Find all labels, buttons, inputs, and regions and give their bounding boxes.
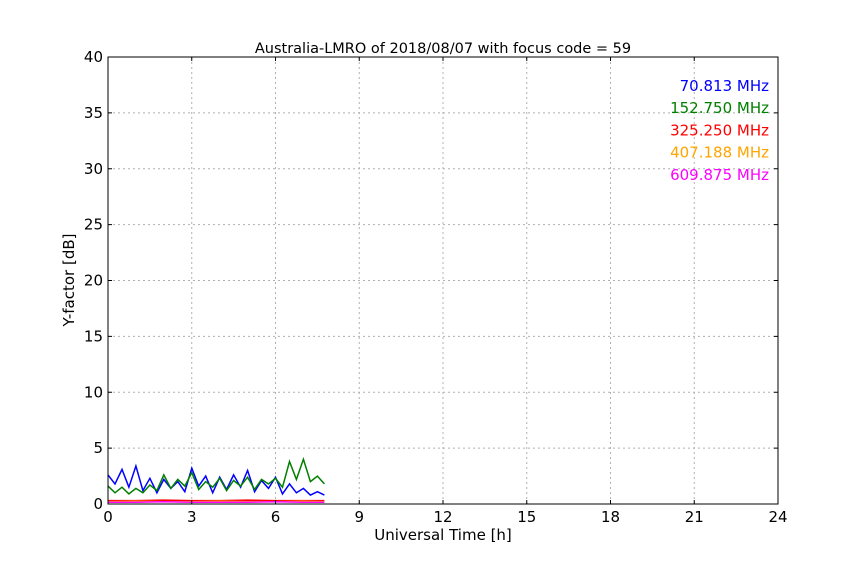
- y-tick-label: 30: [84, 160, 103, 178]
- x-tick-label: 9: [354, 508, 364, 526]
- x-tick-label: 6: [271, 508, 281, 526]
- legend-entry-5: 609.875 MHz: [670, 166, 769, 184]
- legend-entry-1: 70.813 MHz: [680, 77, 769, 95]
- legend-entry-4: 407.188 MHz: [670, 144, 769, 162]
- legend-entry-2: 152.750 MHz: [670, 99, 769, 117]
- y-tick-label: 0: [93, 495, 103, 513]
- x-tick-label: 24: [768, 508, 787, 526]
- legend: 70.813 MHz 152.750 MHz 325.250 MHz 407.188 …: [670, 77, 769, 184]
- y-tick-label: 25: [84, 216, 103, 234]
- x-axis-label: Universal Time [h]: [374, 526, 512, 544]
- y-tick-label: 10: [84, 383, 103, 401]
- y-axis-label: Y-factor [dB]: [60, 233, 78, 327]
- x-tick-label: 15: [517, 508, 536, 526]
- y-tick-label: 15: [84, 327, 103, 345]
- series-line-3: [108, 499, 325, 502]
- x-tick-label: 12: [433, 508, 452, 526]
- y-tick-label: 5: [93, 439, 103, 457]
- x-tick-label: 18: [601, 508, 620, 526]
- x-tick-label: 0: [103, 508, 113, 526]
- y-tick-label: 35: [84, 104, 103, 122]
- series-line-2: [107, 456, 325, 495]
- legend-entry-3: 325.250 MHz: [670, 121, 769, 139]
- chart-title: Australia-LMRO of 2018/08/07 with focus …: [255, 41, 631, 57]
- chart: Australia-LMRO of 2018/08/07 with focus …: [60, 41, 788, 544]
- series-line-5: [108, 501, 325, 504]
- ticks: 0 3 6 9 12 15 18 21 24 0 5 10 15 20 25 30 35 40: [84, 48, 788, 526]
- x-tick-label: 21: [685, 508, 704, 526]
- y-tick-label: 40: [84, 48, 103, 66]
- x-tick-label: 3: [187, 508, 197, 526]
- y-tick-label: 20: [84, 272, 103, 290]
- series-layer: [107, 456, 325, 504]
